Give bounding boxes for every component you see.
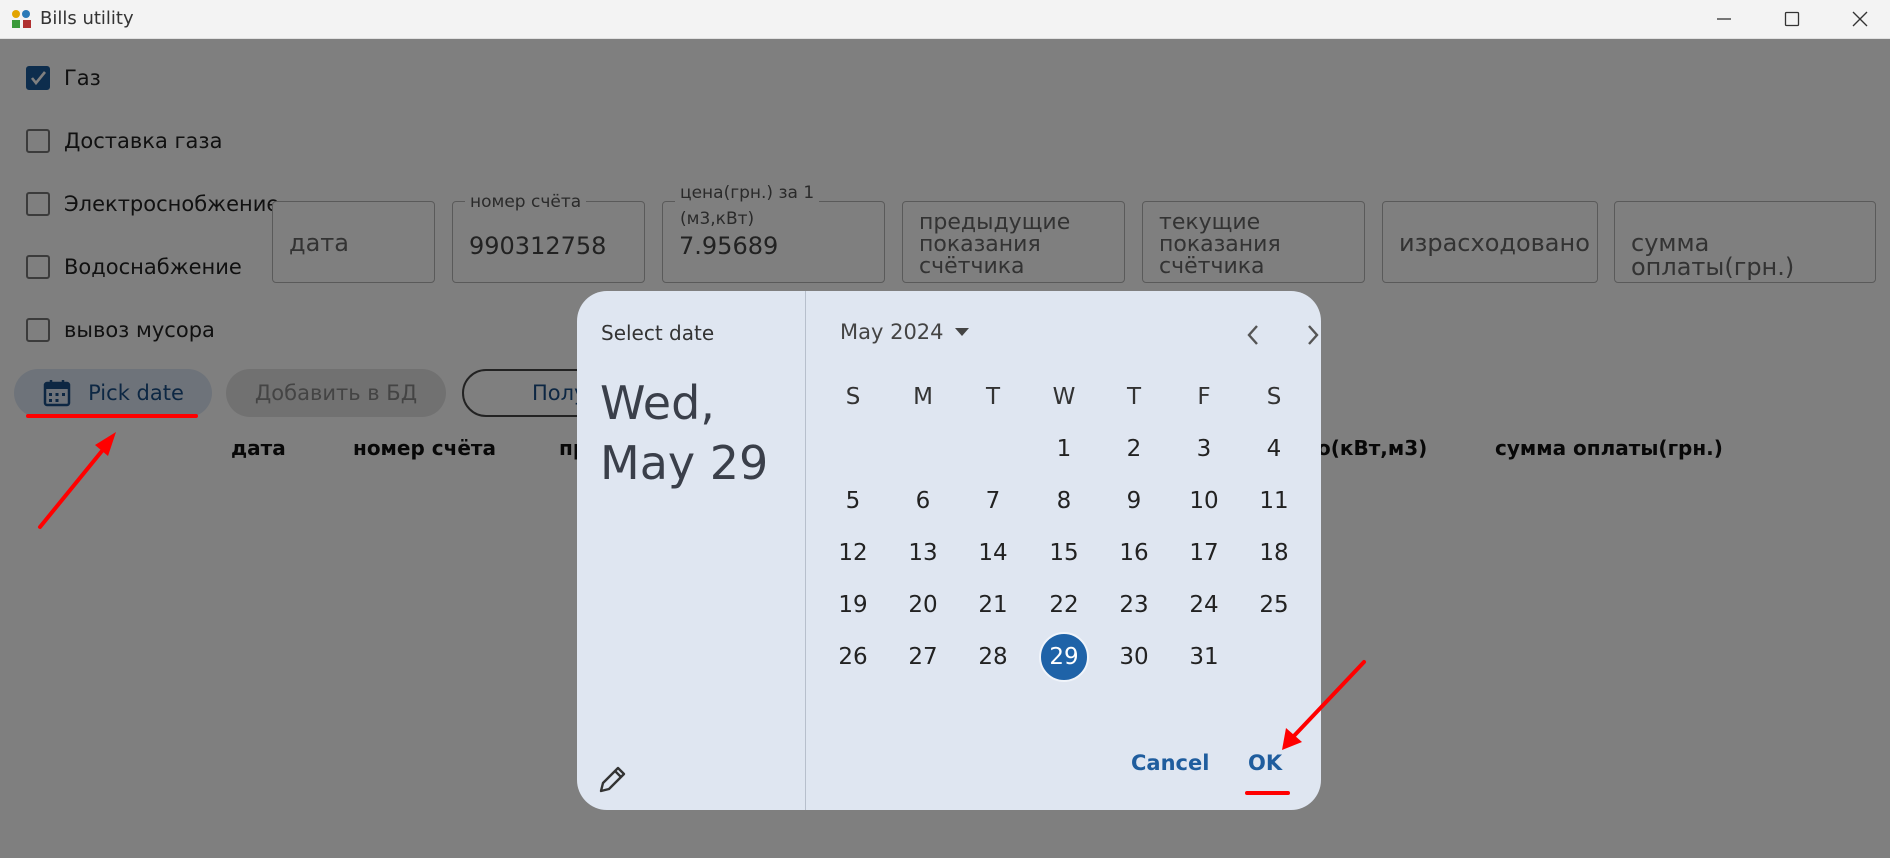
- chevron-left-icon: [1247, 325, 1258, 345]
- close-button[interactable]: [1830, 0, 1890, 38]
- calendar-day[interactable]: 26: [828, 632, 878, 682]
- dialog-header: Select date Wed, May 29: [577, 291, 806, 810]
- calendar-day[interactable]: 24: [1179, 580, 1229, 630]
- calendar-day[interactable]: 17: [1179, 528, 1229, 578]
- calendar-day[interactable]: 22: [1039, 580, 1089, 630]
- calendar-day[interactable]: 27: [898, 632, 948, 682]
- next-month-button[interactable]: [1293, 315, 1321, 355]
- weekday-header: S: [845, 384, 861, 410]
- calendar-day[interactable]: 14: [968, 528, 1018, 578]
- calendar-day[interactable]: 11: [1249, 476, 1299, 526]
- weekday-header: T: [985, 384, 1001, 410]
- calendar-day[interactable]: 19: [828, 580, 878, 630]
- calendar-day[interactable]: 13: [898, 528, 948, 578]
- close-icon: [1852, 11, 1868, 27]
- calendar-day[interactable]: 2: [1109, 424, 1159, 474]
- calendar-day[interactable]: 7: [968, 476, 1018, 526]
- calendar-day[interactable]: 6: [898, 476, 948, 526]
- calendar-day[interactable]: 10: [1179, 476, 1229, 526]
- weekday-header: W: [1052, 384, 1076, 410]
- calendar-day[interactable]: 30: [1109, 632, 1159, 682]
- calendar-day[interactable]: 31: [1179, 632, 1229, 682]
- weekday-header: T: [1126, 384, 1142, 410]
- minimize-icon: [1717, 18, 1731, 20]
- cancel-button[interactable]: Cancel: [1131, 751, 1209, 775]
- calendar-day[interactable]: 4: [1249, 424, 1299, 474]
- maximize-button[interactable]: [1762, 0, 1822, 38]
- calendar-day[interactable]: 23: [1109, 580, 1159, 630]
- selected-day[interactable]: 29: [1039, 632, 1089, 682]
- calendar-day[interactable]: 5: [828, 476, 878, 526]
- maximize-icon: [1784, 11, 1800, 27]
- calendar-day[interactable]: 18: [1249, 528, 1299, 578]
- chevron-right-icon: [1308, 325, 1319, 345]
- calendar-day[interactable]: 9: [1109, 476, 1159, 526]
- selected-date-line2: May 29: [600, 436, 769, 490]
- app-icon: [12, 10, 31, 28]
- calendar-day[interactable]: 21: [968, 580, 1018, 630]
- calendar-day[interactable]: 12: [828, 528, 878, 578]
- calendar-panel: May 2024 SMTWTFS 1 2 3 4 5 6 7 8 9 10 11 12 13 14 15 16…: [806, 291, 1321, 810]
- pencil-icon[interactable]: [597, 763, 629, 795]
- date-picker-dialog: Select date Wed, May 29 May 2024 S M T W T F S…: [577, 291, 1321, 810]
- weekday-header: S: [1266, 384, 1282, 410]
- calendar-day[interactable]: 1: [1039, 424, 1089, 474]
- weekday-header: F: [1197, 384, 1211, 410]
- title-bar: Bills utility: [0, 0, 1890, 39]
- ok-button[interactable]: OK: [1248, 751, 1282, 775]
- calendar-day[interactable]: 3: [1179, 424, 1229, 474]
- window-title: Bills utility: [40, 8, 134, 29]
- calendar-day[interactable]: 20: [898, 580, 948, 630]
- minimize-button[interactable]: [1694, 0, 1754, 38]
- calendar-day[interactable]: 25: [1249, 580, 1299, 630]
- calendar-day[interactable]: 16: [1109, 528, 1159, 578]
- month-year-selector[interactable]: May 2024: [840, 320, 970, 344]
- select-date-label: Select date: [601, 321, 715, 345]
- calendar-day[interactable]: 8: [1039, 476, 1089, 526]
- calendar-day[interactable]: 15: [1039, 528, 1089, 578]
- selected-date-display: Wed, May 29: [600, 373, 800, 493]
- previous-month-button[interactable]: [1233, 315, 1273, 355]
- dropdown-arrow-icon: [954, 328, 969, 336]
- weekday-header: M: [913, 384, 933, 410]
- month-year-label: May 2024: [840, 320, 944, 344]
- selected-date-line1: Wed,: [600, 376, 715, 430]
- calendar-day[interactable]: 28: [968, 632, 1018, 682]
